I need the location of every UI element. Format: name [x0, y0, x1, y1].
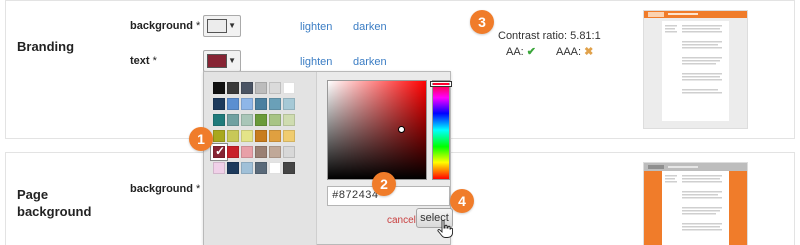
cross-icon: ✖: [584, 46, 594, 58]
aa-label: AA:: [506, 46, 524, 58]
text-lighten-link[interactable]: lighten: [300, 56, 332, 68]
background-darken-link[interactable]: darken: [353, 21, 387, 33]
background-label-text: background: [130, 20, 193, 32]
palette-swatch[interactable]: [227, 114, 239, 126]
palette-swatch[interactable]: [255, 162, 267, 174]
palette-swatch[interactable]: [227, 130, 239, 142]
chevron-down-icon: ▼: [228, 21, 236, 30]
saturation-cursor[interactable]: [398, 126, 405, 133]
palette-swatch[interactable]: [255, 114, 267, 126]
aaa-label: AAA:: [556, 46, 582, 58]
cancel-link[interactable]: cancel: [387, 215, 416, 226]
palette-swatch[interactable]: [255, 82, 267, 94]
background-lighten-link[interactable]: lighten: [300, 21, 332, 33]
text-field-label: text *: [130, 55, 157, 67]
palette-swatch[interactable]: [255, 146, 267, 158]
text-darken-link[interactable]: darken: [353, 56, 387, 68]
background-field-label: background *: [130, 20, 200, 32]
palette-swatch[interactable]: [269, 162, 281, 174]
palette-swatch[interactable]: [269, 114, 281, 126]
palette-swatch[interactable]: [241, 146, 253, 158]
page-background-field-label: background *: [130, 183, 200, 195]
palette-swatch[interactable]: [227, 98, 239, 110]
palette-swatch[interactable]: [213, 98, 225, 110]
required-marker: *: [152, 55, 157, 67]
palette-swatch[interactable]: [241, 162, 253, 174]
palette-swatch[interactable]: [269, 130, 281, 142]
hue-slider[interactable]: [430, 80, 452, 180]
aa-rating: AA: ✔: [506, 45, 536, 58]
required-marker: *: [196, 20, 201, 32]
callout-badge-3: 3: [470, 10, 494, 34]
palette-swatch[interactable]: [283, 114, 295, 126]
palette-swatch[interactable]: [241, 98, 253, 110]
palette-swatch[interactable]: [269, 146, 281, 158]
chevron-down-icon: ▼: [228, 56, 236, 65]
callout-badge-4: 4: [450, 189, 474, 213]
text-label-text: text: [130, 55, 150, 67]
saturation-value-area[interactable]: [327, 80, 427, 180]
palette-swatch[interactable]: [213, 82, 225, 94]
palette-swatch[interactable]: [213, 114, 225, 126]
page-background-title: Page background: [17, 187, 92, 219]
hand-cursor-icon: [437, 220, 453, 238]
palette-swatch[interactable]: [283, 98, 295, 110]
required-marker: *: [196, 183, 201, 195]
text-color-chip: [207, 54, 227, 68]
palette-swatch[interactable]: [227, 146, 239, 158]
palette-swatch[interactable]: [211, 144, 227, 160]
palette-swatch[interactable]: [283, 82, 295, 94]
color-picker-popup: #872434 cancel select: [203, 71, 453, 245]
callout-badge-1: 1: [189, 127, 213, 151]
palette-swatch[interactable]: [283, 146, 295, 158]
palette-swatch[interactable]: [283, 130, 295, 142]
hue-marker[interactable]: [430, 81, 452, 87]
background-color-chip: [207, 19, 227, 33]
palette-swatch[interactable]: [255, 98, 267, 110]
branding-preview-thumbnail: [643, 10, 748, 129]
branding-title: Branding: [17, 39, 75, 54]
preview-image: [644, 11, 747, 128]
palette-swatch[interactable]: [227, 82, 239, 94]
palette-swatch[interactable]: [241, 130, 253, 142]
palette-swatch[interactable]: [269, 98, 281, 110]
page-background-label-text: background: [130, 183, 193, 195]
palette-swatch[interactable]: [241, 82, 253, 94]
text-color-button[interactable]: ▼: [203, 50, 241, 72]
page-background-preview-thumbnail: [643, 162, 748, 245]
palette-swatch[interactable]: [269, 82, 281, 94]
palette-swatch[interactable]: [283, 162, 295, 174]
palette-swatch[interactable]: [255, 130, 267, 142]
contrast-ratio: Contrast ratio: 5.81:1: [498, 30, 601, 42]
palette-swatch[interactable]: [213, 130, 225, 142]
callout-badge-2: 2: [372, 172, 396, 196]
aaa-rating: AAA: ✖: [556, 45, 593, 58]
palette-swatch[interactable]: [227, 162, 239, 174]
palette-swatch[interactable]: [241, 114, 253, 126]
background-color-button[interactable]: ▼: [203, 15, 241, 37]
check-icon: ✔: [526, 46, 537, 58]
preview-image: [644, 163, 747, 245]
palette-swatch[interactable]: [213, 162, 225, 174]
palette-panel: [204, 72, 317, 245]
